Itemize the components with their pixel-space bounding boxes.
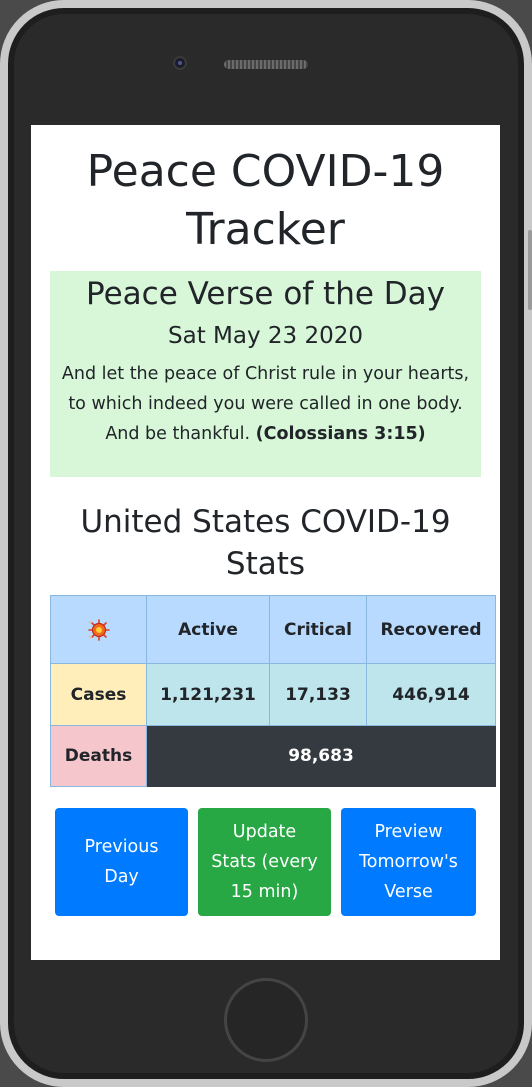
previous-day-label: Previous Day (84, 837, 159, 887)
column-header-active: Active (146, 595, 270, 664)
previous-day-button[interactable]: Previous Day (55, 808, 188, 916)
verse-heading: Peace Verse of the Day (86, 276, 445, 312)
virus-icon (87, 618, 110, 641)
phone-side-button (528, 230, 532, 310)
column-header-recovered: Recovered (366, 595, 496, 664)
cases-recovered-value: 446,914 (366, 663, 496, 726)
verse-date: Sat May 23 2020 (168, 323, 363, 349)
cases-active-value: 1,121,231 (146, 663, 270, 726)
verse-text: And let the peace of Christ rule in your… (60, 359, 471, 449)
action-buttons: Previous Day Update Stats (every 15 min)… (55, 808, 476, 916)
table-header-row: Active Critical Recovered (50, 595, 496, 664)
speaker-grille (224, 60, 308, 69)
deaths-value: 98,683 (146, 725, 496, 787)
column-header-critical: Critical (269, 595, 367, 664)
verse-card: Peace Verse of the Day Sat May 23 2020 A… (50, 271, 481, 477)
table-row-cases: Cases 1,121,231 17,133 446,914 (50, 663, 496, 726)
cases-critical-value: 17,133 (269, 663, 367, 726)
table-row-deaths: Deaths 98,683 (50, 725, 496, 787)
table-icon-cell (50, 595, 147, 664)
stats-table: Active Critical Recovered Cases 1,121,23… (50, 595, 496, 787)
camera-icon (173, 56, 187, 70)
preview-tomorrow-label: Preview Tomorrow's Verse (359, 822, 458, 902)
home-button[interactable] (224, 978, 308, 1062)
verse-reference: (Colossians 3:15) (255, 424, 426, 444)
row-label-cases: Cases (50, 663, 147, 726)
page-title: Peace COVID-19 Tracker (86, 146, 445, 255)
stats-heading: United States COVID-19 Stats (80, 504, 451, 582)
row-label-deaths: Deaths (50, 725, 147, 787)
preview-tomorrow-button[interactable]: Preview Tomorrow's Verse (341, 808, 476, 916)
phone-screen: Peace COVID-19 Tracker Peace Verse of th… (31, 125, 500, 960)
update-stats-label: Update Stats (every 15 min) (211, 822, 318, 902)
update-stats-button[interactable]: Update Stats (every 15 min) (198, 808, 331, 916)
